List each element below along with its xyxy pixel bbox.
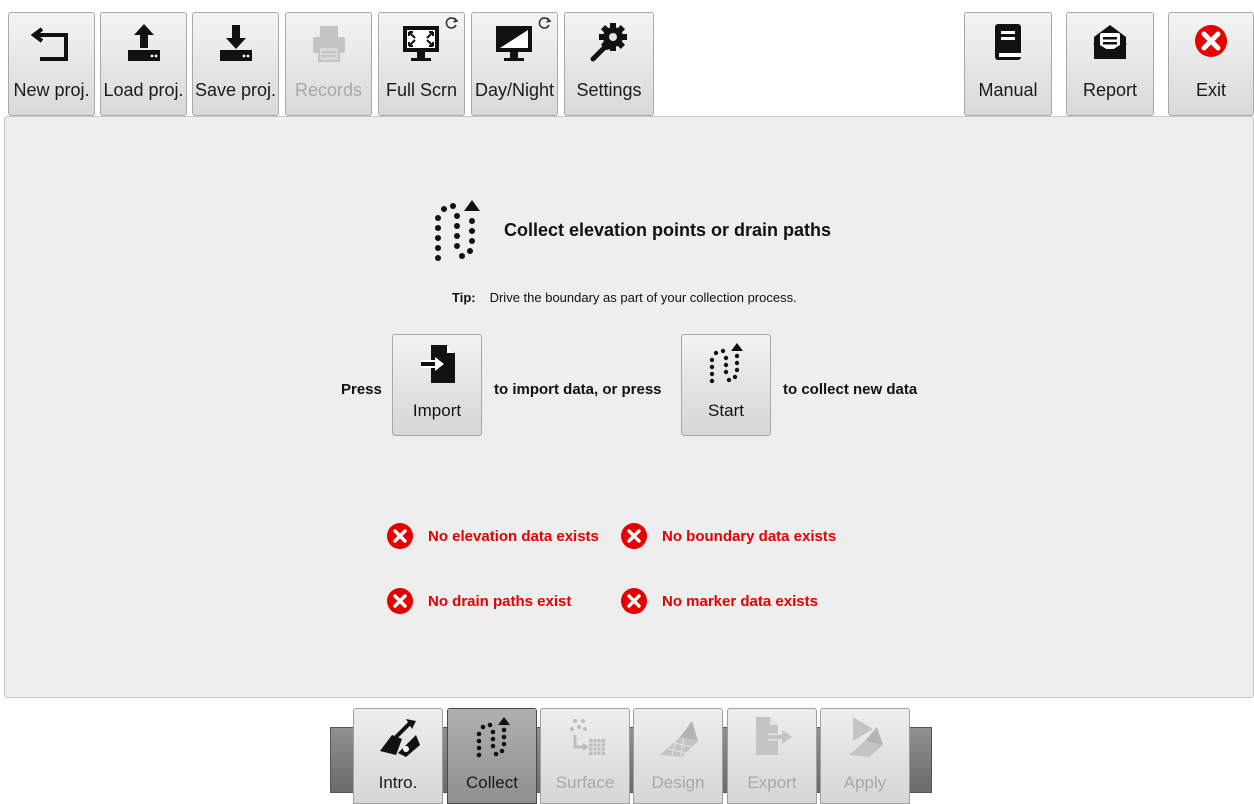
tab-label: Intro. bbox=[378, 773, 418, 792]
start-label: Start bbox=[708, 401, 744, 420]
new-project-button[interactable]: New proj. bbox=[8, 12, 95, 116]
save-project-label: Save proj. bbox=[194, 80, 277, 100]
tab-surface[interactable]: Surface bbox=[540, 708, 630, 804]
page-heading: Collect elevation points or drain paths bbox=[504, 219, 832, 240]
tip-line: Tip: Drive the boundary as part of your … bbox=[452, 290, 797, 305]
close-circle-icon bbox=[1195, 25, 1227, 57]
manual-button[interactable]: Manual bbox=[964, 12, 1052, 116]
error-circle-icon bbox=[387, 523, 413, 549]
end-text: to collect new data bbox=[783, 381, 918, 398]
import-button[interactable]: Import bbox=[392, 334, 482, 436]
gear-wrench-icon bbox=[590, 23, 627, 62]
fullscreen-monitor-icon bbox=[402, 26, 439, 61]
tab-label: Design bbox=[651, 773, 705, 792]
import-label: Import bbox=[412, 401, 462, 420]
error-circle-icon bbox=[387, 588, 413, 614]
import-file-icon bbox=[421, 345, 455, 383]
surface-grid-icon bbox=[570, 719, 605, 755]
tab-label: Export bbox=[747, 773, 797, 792]
tip-text: Drive the boundary as part of your colle… bbox=[489, 290, 797, 305]
dotted-path-icon bbox=[709, 343, 743, 384]
full-screen-button[interactable]: Full Scrn bbox=[378, 12, 465, 116]
day-night-button[interactable]: Day/Night bbox=[471, 12, 558, 116]
settings-label: Settings bbox=[576, 80, 642, 100]
refresh-icon bbox=[538, 17, 552, 29]
refresh-icon bbox=[445, 17, 459, 29]
load-project-label: Load proj. bbox=[103, 80, 184, 100]
status-boundary: No boundary data exists bbox=[620, 522, 836, 550]
tab-export[interactable]: Export bbox=[727, 708, 817, 804]
tab-intro[interactable]: Intro. bbox=[353, 708, 443, 804]
day-night-label: Day/Night bbox=[474, 80, 555, 100]
day-night-monitor-icon bbox=[495, 26, 532, 61]
exit-label: Exit bbox=[1195, 80, 1226, 100]
report-label: Report bbox=[1082, 80, 1138, 100]
tractor-blade-icon bbox=[380, 719, 420, 757]
records-label: Records bbox=[294, 80, 363, 100]
export-file-icon bbox=[756, 717, 792, 755]
report-button[interactable]: Report bbox=[1066, 12, 1154, 116]
middle-text: to import data, or press bbox=[494, 381, 662, 398]
apply-play-icon bbox=[849, 717, 883, 757]
error-circle-icon bbox=[621, 523, 647, 549]
save-project-button[interactable]: Save proj. bbox=[192, 12, 279, 116]
heading-row: Collect elevation points or drain paths bbox=[432, 198, 831, 262]
status-text: No marker data exists bbox=[662, 592, 818, 610]
tab-design[interactable]: Design bbox=[633, 708, 723, 804]
printer-icon bbox=[312, 26, 345, 62]
start-button[interactable]: Start bbox=[681, 334, 771, 436]
manual-label: Manual bbox=[978, 80, 1038, 100]
exit-button[interactable]: Exit bbox=[1168, 12, 1254, 116]
tab-apply[interactable]: Apply bbox=[820, 708, 910, 804]
records-button[interactable]: Records bbox=[285, 12, 372, 116]
design-plane-icon bbox=[660, 721, 698, 758]
book-icon bbox=[995, 24, 1021, 60]
envelope-report-icon bbox=[1093, 25, 1127, 59]
status-drain-paths: No drain paths exist bbox=[386, 587, 571, 615]
dotted-path-icon bbox=[476, 717, 510, 758]
tab-label: Surface bbox=[555, 773, 615, 792]
load-project-button[interactable]: Load proj. bbox=[100, 12, 187, 116]
press-text: Press bbox=[341, 381, 382, 398]
download-icon bbox=[219, 25, 252, 61]
status-text: No elevation data exists bbox=[428, 527, 599, 545]
tab-collect[interactable]: Collect bbox=[447, 708, 537, 804]
new-project-label: New proj. bbox=[13, 80, 90, 100]
tab-label: Apply bbox=[843, 773, 887, 792]
status-marker: No marker data exists bbox=[620, 587, 818, 615]
tab-label: Collect bbox=[466, 773, 518, 792]
upload-icon bbox=[127, 24, 160, 61]
status-elevation: No elevation data exists bbox=[386, 522, 599, 550]
undo-arrow-icon bbox=[30, 27, 68, 61]
dotted-path-icon bbox=[435, 200, 480, 261]
tip-label: Tip: bbox=[452, 290, 476, 305]
status-text: No drain paths exist bbox=[428, 592, 572, 610]
full-screen-label: Full Scrn bbox=[385, 80, 457, 100]
settings-button[interactable]: Settings bbox=[564, 12, 654, 116]
error-circle-icon bbox=[621, 588, 647, 614]
status-text: No boundary data exists bbox=[662, 527, 837, 545]
